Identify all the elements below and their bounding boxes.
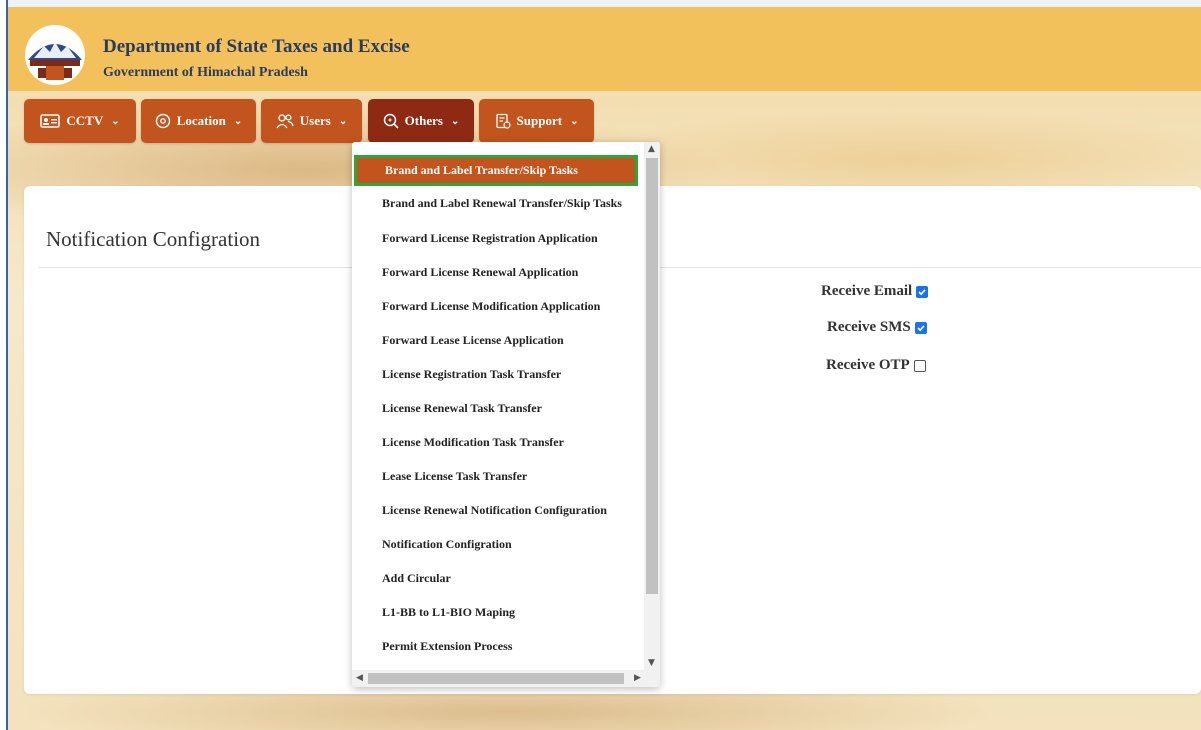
nav-others-label: Others	[404, 113, 443, 128]
emblem-logo-icon	[25, 25, 85, 85]
menu-item-license-registration-task-transfer[interactable]: License Registration Task Transfer	[352, 357, 644, 391]
receive-email-checkbox[interactable]	[916, 285, 929, 298]
menu-item-add-circular[interactable]: Add Circular	[352, 561, 644, 595]
scroll-right-icon[interactable]: ▶	[634, 673, 641, 683]
menu-item-notification-configration[interactable]: Notification Configration	[352, 527, 644, 561]
chevron-down-icon: ⌄	[570, 115, 579, 127]
search-icon	[383, 113, 399, 129]
menu-item-lease-license-task-transfer[interactable]: Lease License Task Transfer	[352, 459, 644, 493]
nav-users-label: Users	[299, 113, 331, 128]
menu-item-brand-label-transfer[interactable]: Brand and Label Transfer/Skip Tasks	[354, 155, 638, 186]
page-title: Notification Configration	[46, 227, 261, 251]
users-icon	[276, 114, 294, 129]
receive-email-label: Receive Email	[821, 283, 913, 299]
nav-users-button[interactable]: Users ⌄	[261, 99, 362, 143]
vertical-scrollbar[interactable]: ▲ ▼	[644, 142, 660, 672]
horizontal-scroll-thumb[interactable]	[368, 673, 624, 684]
department-title: Department of State Taxes and Excise	[103, 36, 410, 57]
menu-item-forward-lease-license[interactable]: Forward Lease License Application	[352, 323, 644, 357]
menu-item-permit-extension-process[interactable]: Permit Extension Process	[352, 629, 644, 663]
chevron-down-icon: ⌄	[233, 115, 243, 127]
receive-sms-checkbox[interactable]	[914, 321, 927, 334]
nav-cctv-label: CCTV	[66, 113, 104, 128]
receive-otp-checkbox[interactable]	[913, 359, 926, 372]
site-header: Department of State Taxes and Excise Gov…	[8, 7, 1201, 91]
others-dropdown-menu: Brand and Label Transfer/Skip Tasks Bran…	[352, 142, 660, 687]
chevron-down-icon: ⌄	[111, 115, 120, 127]
government-subtitle: Government of Himachal Pradesh	[103, 65, 308, 80]
horizontal-scrollbar[interactable]: ◀ ▶	[352, 670, 660, 687]
receive-otp-label: Receive OTP	[826, 357, 910, 373]
menu-item-forward-license-registration[interactable]: Forward License Registration Application	[352, 221, 644, 255]
window-edge	[0, 0, 8, 730]
menu-item-forward-license-renewal[interactable]: Forward License Renewal Application	[352, 255, 644, 289]
menu-item-license-renewal-task-transfer[interactable]: License Renewal Task Transfer	[352, 391, 644, 425]
vertical-scroll-thumb[interactable]	[646, 158, 658, 594]
menu-item-forward-license-modification[interactable]: Forward License Modification Application	[352, 289, 644, 323]
nav-location-label: Location	[176, 113, 226, 128]
menu-item-license-renewal-notification-config[interactable]: License Renewal Notification Configurati…	[352, 493, 644, 527]
browser-top-strip	[8, 0, 1201, 7]
support-icon	[495, 113, 511, 129]
menu-item-l1bb-to-l1bio-maping[interactable]: L1-BB to L1-BIO Maping	[352, 595, 644, 629]
nav-support-button[interactable]: Support ⌄	[479, 99, 594, 143]
id-card-icon	[40, 114, 61, 128]
chevron-down-icon: ⌄	[338, 115, 348, 127]
scroll-down-icon[interactable]: ▼	[648, 658, 655, 668]
nav-support-label: Support	[516, 113, 563, 128]
check-icon	[918, 288, 926, 295]
menu-item-brand-label-renewal-transfer[interactable]: Brand and Label Renewal Transfer/Skip Ta…	[352, 186, 644, 220]
nav-location-button[interactable]: Location ⌄	[141, 99, 256, 143]
scroll-up-icon[interactable]: ▲	[648, 144, 655, 154]
chevron-down-icon: ⌄	[450, 115, 460, 127]
location-pin-icon	[155, 113, 170, 129]
nav-cctv-button[interactable]: CCTV ⌄	[24, 99, 136, 143]
menu-item-license-modification-task-transfer[interactable]: License Modification Task Transfer	[352, 425, 644, 459]
scroll-left-icon[interactable]: ◀	[356, 673, 363, 683]
nav-others-button[interactable]: Others ⌄	[368, 99, 474, 143]
check-icon	[917, 324, 925, 331]
receive-otp-option: Receive OTP	[826, 357, 926, 374]
receive-sms-option: Receive SMS	[827, 319, 927, 336]
receive-sms-label: Receive SMS	[827, 319, 911, 335]
receive-email-option: Receive Email	[821, 283, 929, 300]
